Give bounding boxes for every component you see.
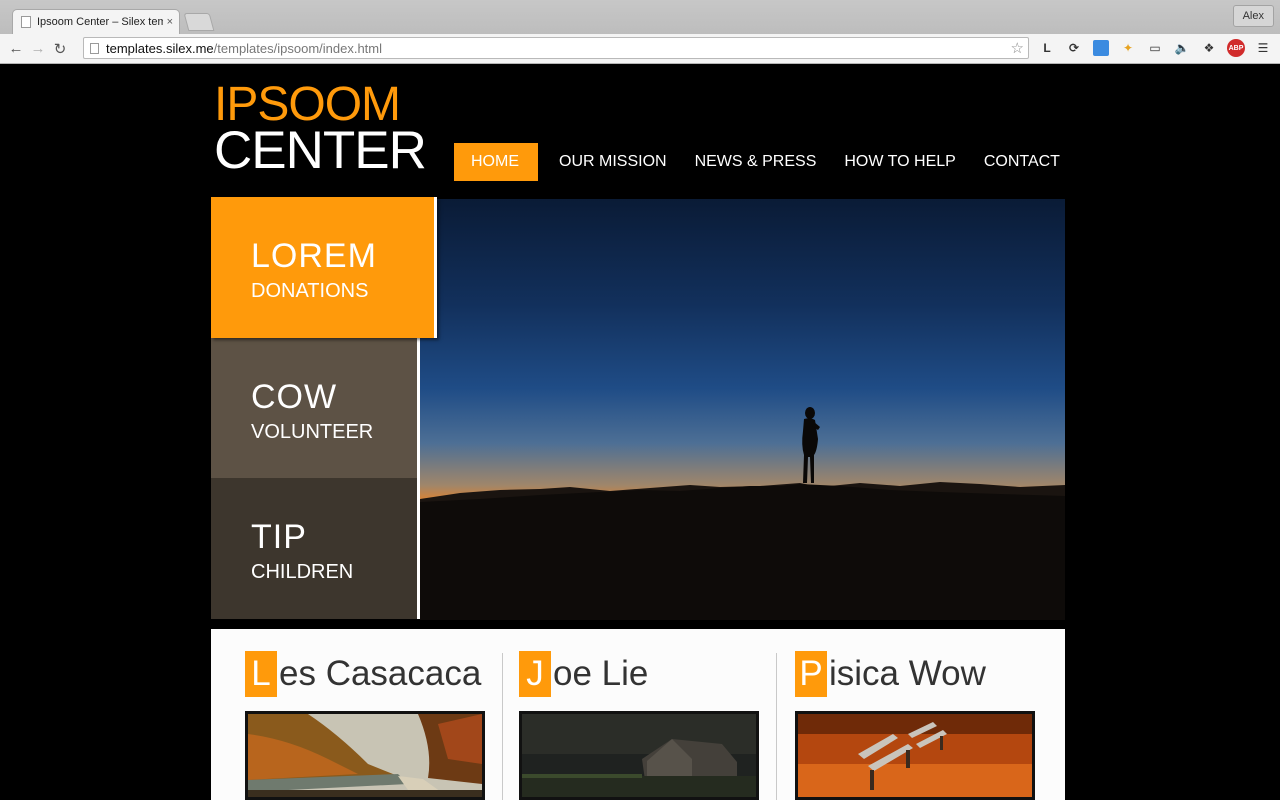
l-extension-icon[interactable]: L bbox=[1036, 37, 1058, 59]
autumn-benches-thumbnail bbox=[798, 714, 1032, 797]
menu-block-subtitle: DONATIONS bbox=[251, 280, 369, 302]
hero-image-sunset-silhouette bbox=[420, 199, 1065, 620]
card-title: Les Casacaca bbox=[245, 651, 481, 697]
card-joe-lie[interactable]: Joe Lie bbox=[485, 629, 759, 800]
card-title: Joe Lie bbox=[519, 651, 648, 697]
card-title-initial: J bbox=[519, 651, 551, 697]
hero-landscape-illustration bbox=[420, 407, 1065, 620]
back-arrow-icon[interactable]: ← bbox=[5, 38, 27, 60]
card-title-rest: isica Wow bbox=[829, 654, 986, 693]
star-extension-icon[interactable]: ✦ bbox=[1117, 37, 1139, 59]
menu-block-title: COW bbox=[251, 378, 338, 416]
page-favicon-icon bbox=[21, 16, 31, 28]
feature-cards: Les Casacaca Joe Lie P isica Wow bbox=[211, 629, 1065, 800]
speaker-icon[interactable]: 🔈 bbox=[1171, 37, 1193, 59]
page-icon bbox=[90, 42, 99, 54]
sync-extension-icon[interactable]: ⟳ bbox=[1063, 37, 1085, 59]
tab-strip: Ipsoom Center – Silex tem × Alex bbox=[0, 0, 1280, 34]
autumn-river-thumbnail bbox=[248, 714, 482, 797]
person-silhouette bbox=[802, 407, 820, 483]
menu-block-donations[interactable]: LOREM DONATIONS bbox=[211, 197, 437, 338]
profile-button[interactable]: Alex bbox=[1232, 5, 1274, 27]
check-extension-icon[interactable] bbox=[1090, 37, 1112, 59]
main-navigation: HOME OUR MISSION NEWS & PRESS HOW TO HEL… bbox=[454, 143, 1088, 181]
card-image-autumn-river[interactable] bbox=[245, 711, 485, 800]
browser-chrome: Ipsoom Center – Silex tem × Alex ← → ↻ t… bbox=[0, 0, 1280, 64]
chrome-menu-icon[interactable]: ☰ bbox=[1252, 37, 1274, 59]
menu-block-title: TIP bbox=[251, 518, 307, 556]
extension-bar: L ⟳ ✦ ▭ 🔈 ❖ ABP ☰ bbox=[1036, 37, 1274, 59]
menu-block-title: LOREM bbox=[251, 237, 377, 275]
card-image-autumn-benches[interactable] bbox=[795, 711, 1035, 800]
browser-tab[interactable]: Ipsoom Center – Silex tem × bbox=[12, 9, 180, 34]
nav-home[interactable]: HOME bbox=[454, 143, 538, 181]
card-title-initial: L bbox=[245, 651, 277, 697]
new-tab-button[interactable] bbox=[183, 13, 215, 31]
card-title: Pisica Wow bbox=[795, 651, 986, 697]
nav-contact[interactable]: CONTACT bbox=[984, 143, 1060, 181]
menu-block-subtitle: CHILDREN bbox=[251, 561, 354, 583]
tab-title: Ipsoom Center – Silex tem bbox=[37, 16, 163, 28]
url-text[interactable]: templates.silex.me/templates/ipsoom/inde… bbox=[106, 41, 382, 56]
browser-toolbar: ← → ↻ templates.silex.me/templates/ipsoo… bbox=[0, 34, 1280, 63]
side-menu: LOREM DONATIONS COW VOLUNTEER TIP CHILDR… bbox=[211, 197, 437, 619]
barn-night-thumbnail bbox=[522, 714, 756, 797]
forward-arrow-icon[interactable]: → bbox=[27, 38, 49, 60]
card-title-initial: P bbox=[795, 651, 827, 697]
cast-icon[interactable]: ▭ bbox=[1144, 37, 1166, 59]
puzzle-extension-icon[interactable]: ❖ bbox=[1198, 37, 1220, 59]
card-title-rest: oe Lie bbox=[553, 654, 649, 693]
address-bar[interactable]: templates.silex.me/templates/ipsoom/inde… bbox=[83, 37, 1029, 59]
menu-block-volunteer[interactable]: COW VOLUNTEER bbox=[211, 338, 420, 479]
card-title-rest: es Casacaca bbox=[279, 654, 482, 693]
nav-our-mission[interactable]: OUR MISSION bbox=[559, 143, 667, 181]
menu-block-children[interactable]: TIP CHILDREN bbox=[211, 478, 420, 619]
url-host: templates.silex.me bbox=[106, 40, 214, 56]
adblock-plus-icon[interactable]: ABP bbox=[1225, 37, 1247, 59]
website-viewport: IPSOOM CENTER HOME OUR MISSION NEWS & PR… bbox=[0, 64, 1280, 800]
site-logo[interactable]: IPSOOM CENTER bbox=[214, 81, 427, 180]
bookmark-star-icon[interactable]: ☆ bbox=[1011, 39, 1024, 57]
nav-how-to-help[interactable]: HOW TO HELP bbox=[844, 143, 955, 181]
tab-close-icon[interactable]: × bbox=[167, 16, 173, 28]
card-les-casacaca[interactable]: Les Casacaca bbox=[211, 629, 485, 800]
menu-block-subtitle: VOLUNTEER bbox=[251, 421, 374, 443]
nav-news-press[interactable]: NEWS & PRESS bbox=[695, 143, 817, 181]
card-image-barn-night[interactable] bbox=[519, 711, 759, 800]
reload-icon[interactable]: ↻ bbox=[49, 38, 71, 60]
card-pisica-wow[interactable]: Pisica Wow bbox=[761, 629, 1035, 800]
logo-line-2: CENTER bbox=[214, 121, 427, 180]
url-path: /templates/ipsoom/index.html bbox=[213, 40, 383, 56]
